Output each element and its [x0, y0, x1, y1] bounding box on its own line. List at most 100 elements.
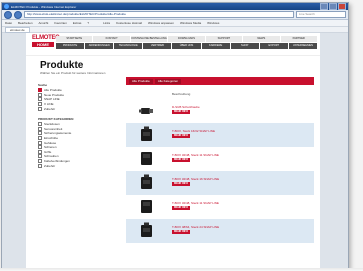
- title-bar: ELMOTEC Produkte - Windows Internet Expl…: [2, 3, 348, 10]
- nav-item[interactable]: ÜBER UNS: [172, 43, 202, 49]
- product-row[interactable]: T-BOX 32/48, Steck 11 SNAP LINE MEHR INFO: [126, 195, 314, 219]
- search-input[interactable]: Live Search: [296, 11, 346, 18]
- product-row[interactable]: T-BOX 48/64, Steck 24 SNAP LINE MEHR INFO: [126, 219, 314, 243]
- checkbox[interactable]: [38, 154, 42, 159]
- maximize-icon[interactable]: [329, 3, 337, 10]
- product-row[interactable]: D-SUB Schutzhaube MEHR INFO: [126, 99, 314, 123]
- checkbox[interactable]: [38, 92, 42, 97]
- browser-tab[interactable]: elmotec.de: [5, 26, 30, 33]
- nav-item[interactable]: KARRIERE: [201, 43, 231, 49]
- nav-item[interactable]: SHOP: [230, 43, 260, 49]
- checkbox[interactable]: [38, 149, 42, 154]
- product-list: D-SUB Schutzhaube MEHR INFO T-BOX, Steck 1…: [126, 99, 314, 243]
- product-image[interactable]: [138, 198, 155, 215]
- product-name-link[interactable]: T-BOX 48/64, Steck 24 SNAP LINE: [172, 225, 219, 229]
- checkbox-label: Einschübe: [44, 136, 59, 141]
- product-details-button[interactable]: MEHR INFO: [172, 134, 190, 138]
- product-details-button[interactable]: MEHR INFO: [172, 110, 190, 114]
- menu-item[interactable]: ?: [87, 21, 89, 25]
- checkbox-label: X LINE: [44, 102, 54, 107]
- menu-item[interactable]: Favoriten: [54, 21, 67, 25]
- product-row[interactable]: T-BOX 32/48, Steck 16 SNAP LINE MEHR INFO: [126, 171, 314, 195]
- nav-item[interactable]: ANWENDUNGEN: [85, 43, 115, 49]
- product-name-link[interactable]: D-SUB Schutzhaube: [172, 105, 200, 109]
- product-name-link[interactable]: T-BOX, Steck 16/32 SNAP LINE: [172, 129, 215, 133]
- filter-option[interactable]: Zubehör: [38, 106, 118, 111]
- product-list-area: Alle Produkte Alle Kategorien Beschreibu…: [126, 77, 314, 243]
- product-image[interactable]: [138, 174, 155, 191]
- filter-chip[interactable]: Alle Kategorien: [154, 78, 182, 84]
- checkbox[interactable]: [38, 97, 42, 102]
- checkbox-label: Sicherungselemente: [44, 131, 72, 136]
- nav-item[interactable]: EXPORT: [259, 43, 289, 49]
- nav-item[interactable]: PRODUKTE: [56, 43, 86, 49]
- product-details-button[interactable]: MEHR INFO: [172, 206, 190, 210]
- product-name-link[interactable]: T-BOX 32/48, Steck 16 SNAP LINE: [172, 177, 219, 181]
- logo-text: ELMOTEC: [32, 35, 60, 41]
- checkbox[interactable]: [38, 159, 42, 164]
- main-nav: STARTSEITE KONTAKT KOSTENLOSE BESTELLUNG…: [56, 36, 318, 50]
- nav-item[interactable]: UNTERNEHMEN: [288, 43, 318, 49]
- favorite-link[interactable]: Windows anpassen: [148, 21, 174, 25]
- nav-item[interactable]: PARTNER: [280, 36, 318, 42]
- category-option[interactable]: Zubehör: [38, 163, 118, 168]
- sidebar-heading: PRODUKT KATEGORIEN: [38, 116, 74, 121]
- product-row[interactable]: T-BOX 32/48, Steck 11 SNAP LINE MEHR INFO: [126, 147, 314, 171]
- product-details-button[interactable]: MEHR INFO: [172, 230, 190, 234]
- product-image[interactable]: [138, 126, 155, 143]
- back-icon[interactable]: [4, 10, 12, 19]
- page-subtitle: Wählen Sie ein Produkt für weitere Infor…: [40, 71, 106, 75]
- product-image[interactable]: [138, 150, 155, 167]
- page-title: Produkte: [40, 60, 84, 71]
- product-row[interactable]: T-BOX, Steck 16/32 SNAP LINE MEHR INFO: [126, 123, 314, 147]
- checkbox[interactable]: [38, 88, 42, 93]
- product-name-link[interactable]: T-BOX 32/48, Steck 11 SNAP LINE: [172, 201, 219, 205]
- checkbox-label: Steckdosen: [44, 122, 60, 127]
- checkbox-label: SNAP LINE: [44, 97, 60, 102]
- menu-item[interactable]: Extras: [73, 21, 82, 25]
- forward-icon[interactable]: [14, 10, 22, 19]
- nav-item[interactable]: NEWS: [243, 36, 281, 42]
- checkbox-label: Alle Produkte: [44, 88, 62, 93]
- checkbox[interactable]: [38, 131, 42, 136]
- favorite-link[interactable]: Windows Media: [180, 21, 201, 25]
- url-input[interactable]: http://www.ebok-elektrotec.de/produkte/E…: [24, 11, 294, 18]
- checkbox[interactable]: [38, 145, 42, 150]
- nav-item[interactable]: VERTRIEB: [143, 43, 173, 49]
- checkbox[interactable]: [38, 102, 42, 107]
- checkbox[interactable]: [38, 106, 42, 111]
- menu-item[interactable]: Bearbeiten: [18, 21, 33, 25]
- checkbox[interactable]: [38, 126, 42, 131]
- nav-item[interactable]: KONTAKT: [93, 36, 131, 42]
- product-details-button[interactable]: MEHR INFO: [172, 158, 190, 162]
- site-logo[interactable]: ELMOTEC HOME: [32, 35, 60, 50]
- favorite-link[interactable]: Kostenlose Hotmail: [116, 21, 142, 25]
- home-link[interactable]: HOME: [32, 42, 54, 47]
- product-image[interactable]: [138, 222, 155, 239]
- product-image[interactable]: [138, 102, 155, 119]
- nav-item[interactable]: TECHNOLOGIE: [114, 43, 144, 49]
- checkbox-label: Neue Produkte: [44, 92, 65, 97]
- page-hero: Produkte Wählen Sie ein Produkt für weit…: [26, 55, 320, 78]
- checkbox[interactable]: [38, 140, 42, 145]
- checkbox[interactable]: [38, 136, 42, 141]
- checkbox[interactable]: [38, 122, 42, 127]
- checkbox-label: Zubehör: [44, 163, 56, 168]
- product-name-link[interactable]: T-BOX 32/48, Steck 11 SNAP LINE: [172, 153, 219, 157]
- favorite-link[interactable]: Windows: [207, 21, 219, 25]
- close-icon[interactable]: [338, 3, 346, 10]
- minimize-icon[interactable]: [320, 3, 328, 10]
- product-details-button[interactable]: MEHR INFO: [172, 182, 190, 186]
- nav-item[interactable]: STARTSEITE: [56, 36, 94, 42]
- checkbox[interactable]: [38, 163, 42, 168]
- nav-item[interactable]: SUPPORT: [205, 36, 244, 42]
- category-group: Steckdosen Sensoreinheit Sicherungselement…: [38, 122, 118, 168]
- menu-item[interactable]: Datei: [5, 21, 12, 25]
- filter-chip[interactable]: Alle Produkte: [129, 78, 153, 84]
- nav-item[interactable]: KOSTENLOSE BESTELLUNG: [130, 36, 169, 42]
- nav-item[interactable]: DOWNLOADS: [168, 36, 206, 42]
- column-header: Beschreibung: [172, 92, 191, 96]
- favorite-link[interactable]: Links: [103, 21, 110, 25]
- checkbox-label: Schienen: [44, 145, 57, 150]
- menu-item[interactable]: Ansicht: [39, 21, 49, 25]
